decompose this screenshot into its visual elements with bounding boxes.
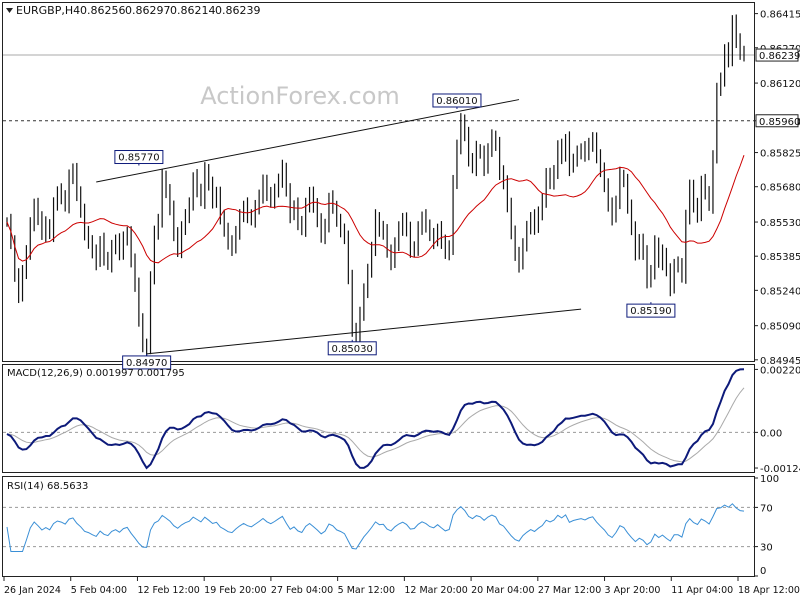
time-tick-label: 5 Feb 04:00 xyxy=(71,585,127,596)
price-tick-label: 0.85825 xyxy=(760,149,800,160)
price-tick-label: 0.85680 xyxy=(760,183,800,194)
chart-header: EURGBP,H4 0.86256 0.86297 0.86214 0.8623… xyxy=(6,4,261,17)
time-tick-label: 12 Feb 12:00 xyxy=(137,585,199,596)
time-tick-label: 20 Mar 04:00 xyxy=(471,585,534,596)
rsi-tick-label: 70 xyxy=(760,503,773,514)
time-tick-label: 27 Feb 04:00 xyxy=(271,585,333,596)
macd-label: MACD(12,26,9) 0.001997 0.001795 xyxy=(7,368,185,379)
time-tick-label: 18 Apr 12:00 xyxy=(738,585,800,596)
rsi-tick-label: 30 xyxy=(760,543,773,554)
header-low: 0.86214 xyxy=(170,4,216,17)
level-tag-label: 0.85960 xyxy=(759,117,800,128)
price-tick-label: 0.85530 xyxy=(760,218,800,229)
header-open: 0.86256 xyxy=(80,4,126,17)
price-tick-label: 0.86120 xyxy=(760,79,800,90)
time-tick-label: 11 Apr 04:00 xyxy=(671,585,733,596)
rsi-axis: 100 70 30 0 xyxy=(754,474,779,577)
macd-panel-frame xyxy=(2,364,755,473)
time-tick-label: 5 Mar 12:00 xyxy=(338,585,395,596)
time-tick-label: 27 Mar 12:00 xyxy=(538,585,601,596)
price-annotation: 0.85190 xyxy=(626,302,676,318)
current-price-label: 0.86239 xyxy=(759,51,800,62)
time-tick-label: 3 Apr 20:00 xyxy=(605,585,661,596)
header-high: 0.86297 xyxy=(125,4,171,17)
annotation-label: 0.85030 xyxy=(332,344,373,355)
chart-window: ActionForex.com EURGBP,H4 0.86256 0.8629… xyxy=(0,0,800,600)
price-tick-label: 0.86415 xyxy=(760,10,800,21)
annotation-label: 0.86010 xyxy=(436,96,477,107)
time-tick-label: 19 Feb 20:00 xyxy=(204,585,266,596)
watermark: ActionForex.com xyxy=(200,82,400,110)
price-annotation: 0.84970 xyxy=(122,353,172,370)
price-tick-label: 0.85240 xyxy=(760,286,800,297)
annotation-label: 0.85190 xyxy=(630,306,671,317)
rsi-tick-label: 100 xyxy=(760,474,779,485)
time-tick-label: 12 Mar 20:00 xyxy=(404,585,467,596)
macd-tick-label: 0.00 xyxy=(760,428,782,439)
price-tick-label: 0.85385 xyxy=(760,252,800,263)
rsi-panel-frame xyxy=(2,476,755,577)
header-close: 0.86239 xyxy=(215,4,261,17)
price-annotation: 0.85770 xyxy=(114,150,164,166)
price-tick-label: 0.85090 xyxy=(760,322,800,333)
rsi-tick-label: 0 xyxy=(760,566,766,577)
header-symbol: EURGBP,H4 xyxy=(16,4,80,17)
annotation-label: 0.85770 xyxy=(118,153,159,164)
price-annotation: 0.86010 xyxy=(432,93,482,109)
time-tick-label: 26 Jan 2024 xyxy=(4,585,61,596)
price-axis: 0.864150.862700.861200.859600.858250.856… xyxy=(754,10,800,367)
macd-tick-label: 0.002201 xyxy=(760,365,800,376)
rsi-label: RSI(14) 68.5633 xyxy=(7,481,88,492)
macd-axis: 0.0022010.00-0.001246 xyxy=(754,365,800,475)
chart-svg: ActionForex.com EURGBP,H4 0.86256 0.8629… xyxy=(2,2,800,596)
price-annotation: 0.85030 xyxy=(327,339,377,356)
time-axis: 26 Jan 2024 5 Feb 04:00 12 Feb 12:00 19 Feb… xyxy=(3,577,800,596)
